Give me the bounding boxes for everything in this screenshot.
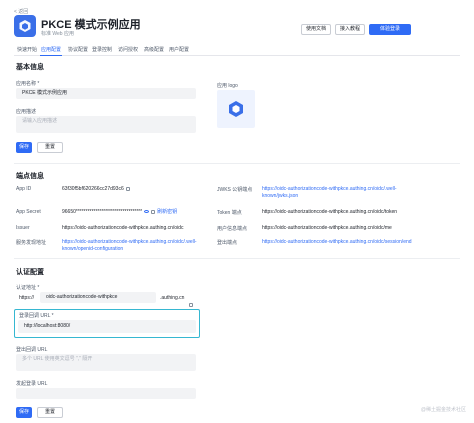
app-id-value: 63f30f5bf620266cc27d93c6 bbox=[62, 186, 130, 192]
copy-icon[interactable] bbox=[151, 209, 156, 214]
try-login-button[interactable]: 体验登录 bbox=[369, 24, 411, 35]
eye-icon[interactable] bbox=[144, 210, 150, 214]
tab-app-config[interactable]: 应用配置 bbox=[41, 46, 61, 53]
app-id-label: App ID bbox=[16, 186, 32, 192]
auth-save-button[interactable]: 保存 bbox=[16, 407, 32, 418]
app-icon bbox=[14, 15, 36, 37]
tab-user-config[interactable]: 用户配置 bbox=[169, 46, 189, 53]
app-desc-input[interactable]: 请输入应用描述 bbox=[16, 116, 196, 133]
auth-address-suffix: .authing.cn bbox=[160, 295, 185, 301]
app-id-text: 63f30f5bf620266cc27d93c6 bbox=[62, 186, 124, 192]
callback-url-label: 登录回调 URL * bbox=[19, 313, 54, 319]
tab-login-control[interactable]: 登录控制 bbox=[92, 46, 112, 53]
app-name-input[interactable]: PKCE 模式示例应用 bbox=[16, 88, 196, 99]
auth-reset-button[interactable]: 重置 bbox=[37, 407, 63, 418]
jwks-link[interactable]: https://oidc-authorizationcode-withpkce.… bbox=[262, 186, 412, 199]
app-desc-label: 应用描述 bbox=[16, 109, 37, 115]
token-endpoint-label: Token 端点 bbox=[217, 210, 242, 216]
init-login-label: 发起登录 URL bbox=[16, 381, 48, 387]
issuer-label: Issuer bbox=[16, 225, 30, 231]
logout-callback-label: 登出回调 URL bbox=[16, 347, 48, 353]
auth-address-prefix: https:// bbox=[19, 295, 35, 301]
tab-access-auth[interactable]: 访问授权 bbox=[118, 46, 138, 53]
callback-url-input[interactable]: http://localhost:8080/ bbox=[18, 320, 196, 333]
tutorial-button[interactable]: 接入教程 bbox=[335, 24, 365, 35]
init-login-input[interactable] bbox=[16, 388, 196, 399]
tab-protocol-config[interactable]: 协议配置 bbox=[68, 46, 88, 53]
refresh-secret-link[interactable]: 刷新密钥 bbox=[157, 209, 177, 215]
tab-advanced-config[interactable]: 高级配置 bbox=[144, 46, 164, 53]
logout-callback-input[interactable]: 多个 URL 使用英文逗号 "," 隔开 bbox=[16, 354, 196, 371]
discovery-label: 服务发现地址 bbox=[16, 240, 47, 246]
logout-endpoint-label: 登出端点 bbox=[217, 240, 238, 246]
active-tab-indicator bbox=[40, 55, 62, 56]
copy-icon[interactable] bbox=[125, 186, 130, 191]
app-logo-label: 应用 logo bbox=[217, 83, 238, 89]
tab-quick-start[interactable]: 快速开始 bbox=[17, 46, 37, 53]
basic-save-button[interactable]: 保存 bbox=[16, 142, 32, 153]
userinfo-endpoint-label: 用户信息端点 bbox=[217, 226, 248, 232]
watermark: @稀土掘金技术社区 bbox=[420, 407, 466, 413]
cube-logo-icon bbox=[229, 101, 243, 117]
issuer-value: https://oidc-authorizationcode-withpkce.… bbox=[62, 225, 184, 231]
endpoint-info-heading: 端点信息 bbox=[16, 173, 44, 180]
app-secret-label: App Secret bbox=[16, 209, 41, 215]
logout-endpoint-link[interactable]: https://oidc-authorizationcode-withpkce.… bbox=[262, 239, 412, 246]
app-secret-value: 96650********************************** 刷… bbox=[62, 209, 177, 216]
section-divider bbox=[14, 258, 460, 259]
jwks-label: JWKS 公钥端点 bbox=[217, 187, 253, 193]
tab-bar: 快速开始 应用配置 协议配置 登录控制 访问授权 高级配置 用户配置 bbox=[14, 44, 460, 56]
app-name-label: 应用名称 * bbox=[16, 81, 40, 87]
basic-reset-button[interactable]: 重置 bbox=[37, 142, 63, 153]
app-secret-text: 96650********************************** bbox=[62, 209, 143, 215]
basic-info-heading: 基本信息 bbox=[16, 64, 44, 71]
section-divider bbox=[14, 163, 460, 164]
docs-button[interactable]: 使用文档 bbox=[301, 24, 331, 35]
auth-address-input[interactable]: oidc-authorizationcode-withpkce bbox=[40, 292, 156, 303]
auth-address-label: 认证地址 * bbox=[16, 285, 40, 291]
userinfo-endpoint-value: https://oidc-authorizationcode-withpkce.… bbox=[262, 225, 392, 231]
token-endpoint-value: https://oidc-authorizationcode-withpkce.… bbox=[262, 209, 398, 215]
discovery-link[interactable]: https://oidc-authorizationcode-withpkce.… bbox=[62, 239, 210, 252]
auth-config-heading: 认证配置 bbox=[16, 269, 44, 276]
app-type-subtitle: 标准 Web 应用 bbox=[41, 31, 74, 37]
app-logo-upload[interactable] bbox=[217, 90, 255, 128]
back-link[interactable]: < 返回 bbox=[14, 8, 28, 15]
